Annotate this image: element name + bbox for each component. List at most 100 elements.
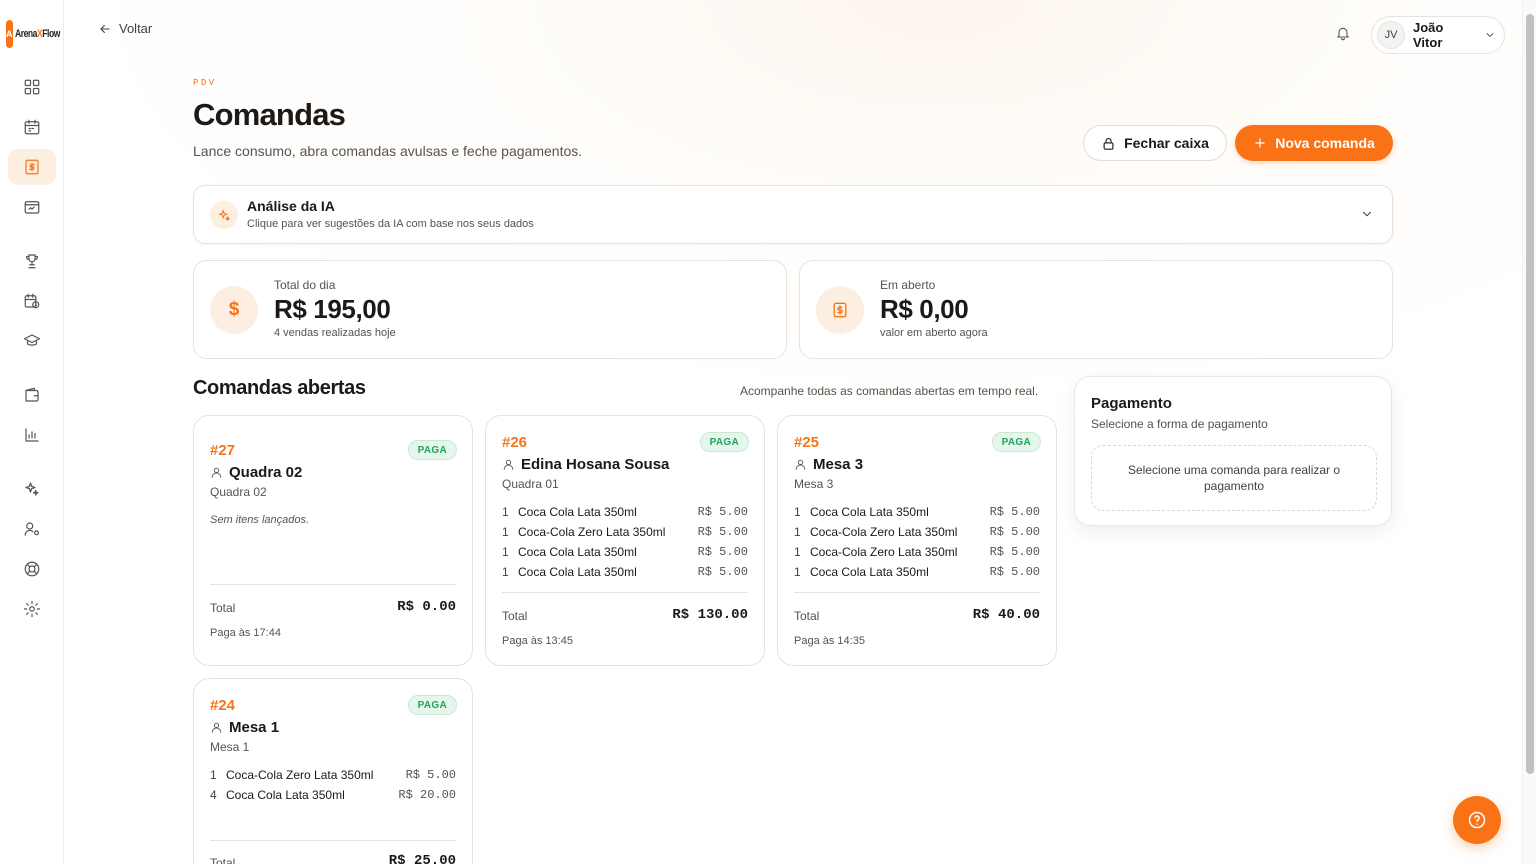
new-order-button[interactable]: Nova comanda [1235, 125, 1393, 161]
schedule-icon [24, 293, 40, 309]
nav-tournaments[interactable] [8, 243, 56, 279]
graduation-icon [23, 334, 41, 346]
calendar-icon [24, 119, 40, 135]
support-icon [24, 561, 40, 577]
logo-mark: A [6, 20, 13, 48]
divider [794, 592, 1040, 593]
ai-title: Análise da IA [247, 198, 335, 214]
app-logo[interactable]: A ArenaXFlow [6, 16, 60, 52]
order-customer: Quadra 02 [210, 464, 302, 481]
paid-at: Paga às 13:45 [502, 635, 573, 647]
dollar-icon: $ [210, 286, 258, 334]
dashboard-icon [24, 79, 40, 95]
list-item: 1 Coca Cola Lata 350ml R$ 5.00 [794, 505, 1040, 519]
nav-calendar[interactable] [8, 109, 56, 145]
nav-pos[interactable] [8, 149, 56, 185]
total-label: Total [794, 609, 820, 623]
back-label: Voltar [119, 21, 153, 36]
users-settings-icon [24, 522, 39, 536]
stat-value: R$ 0,00 [880, 294, 969, 324]
order-number: #27 [210, 442, 236, 459]
user-icon [503, 459, 514, 470]
stat-subtext: valor em aberto agora [880, 327, 988, 339]
total-label: Total [210, 856, 236, 864]
total-value: R$ 40.00 [972, 607, 1040, 623]
list-item: 1 Coca Cola Lata 350ml R$ 5.00 [502, 565, 748, 579]
avatar: JV [1377, 21, 1405, 49]
user-icon [211, 722, 222, 733]
scrollbar[interactable] [1522, 0, 1536, 864]
stat-card-daily-total: $ Total do dia R$ 195,00 4 vendas realiz… [193, 260, 787, 359]
ai-icon-badge [210, 201, 238, 229]
notifications-button[interactable] [1335, 25, 1355, 45]
order-number: #24 [210, 697, 236, 714]
order-customer: Mesa 3 [794, 456, 863, 473]
divider [502, 592, 748, 593]
scrollbar-thumb[interactable] [1526, 14, 1534, 774]
user-icon [795, 459, 806, 470]
order-items: 1 Coca Cola Lata 350ml R$ 5.00 1 Coca-Cola … [794, 502, 1040, 582]
bell-icon [1337, 27, 1349, 41]
order-card[interactable]: #25 PAGA Mesa 3 Mesa 3 1 Coca Cola Lata 3… [777, 415, 1057, 666]
status-badge: PAGA [407, 695, 457, 715]
order-location: Quadra 02 [210, 485, 267, 499]
bar-chart-icon [25, 428, 39, 442]
user-menu[interactable]: JV João Vitor [1371, 16, 1505, 54]
paid-at: Paga às 14:35 [794, 635, 865, 647]
order-card[interactable]: #27 PAGA Quadra 02 Quadra 02 Sem itens l… [193, 415, 473, 666]
close-register-button[interactable]: Fechar caixa [1083, 125, 1227, 161]
user-name: João Vitor [1413, 20, 1444, 50]
pos-icon [25, 159, 39, 175]
stat-label: Em aberto [880, 278, 936, 292]
arrow-left-icon [100, 24, 110, 33]
chevron-down-icon [1362, 211, 1372, 217]
order-card[interactable]: #26 PAGA Edina Hosana Sousa Quadra 01 1C… [485, 415, 765, 666]
order-card[interactable]: #24 PAGA Mesa 1 Mesa 1 1 Coca-Cola Zero L… [193, 678, 473, 864]
back-link[interactable]: Voltar [98, 21, 152, 36]
help-button[interactable] [1453, 796, 1501, 844]
wallet-icon [25, 387, 39, 402]
list-item: 1 Coca Cola Lata 350ml R$ 5.00 [502, 505, 748, 519]
stat-value: R$ 195,00 [274, 294, 391, 324]
page-eyebrow: PDV [193, 78, 217, 88]
total-value: R$ 130.00 [672, 607, 748, 623]
section-title: Comandas abertas [193, 377, 366, 399]
order-location: Quadra 01 [502, 477, 559, 491]
payment-title: Pagamento [1091, 395, 1172, 412]
nav-schedule[interactable] [8, 283, 56, 319]
nav-ai[interactable] [8, 471, 56, 507]
nav-dashboard[interactable] [8, 69, 56, 105]
status-badge: PAGA [991, 432, 1041, 452]
sparkles-icon [218, 209, 230, 221]
nav-finance[interactable] [8, 189, 56, 225]
payment-subtitle: Selecione a forma de pagamento [1091, 417, 1268, 431]
list-item: 1 Coca-Cola Zero Lata 350ml R$ 5.00 [210, 768, 456, 782]
stat-subtext: 4 vendas realizadas hoje [274, 327, 396, 339]
order-number: #25 [794, 434, 820, 451]
nav-classes[interactable] [8, 323, 56, 359]
nav-support[interactable] [8, 551, 56, 587]
list-item: 1 Coca Cola Lata 350ml R$ 5.00 [502, 545, 748, 559]
list-item: 1 Coca Cola Lata 350ml R$ 5.00 [794, 565, 1040, 579]
nav-users[interactable] [8, 511, 56, 547]
order-customer: Mesa 1 [210, 719, 279, 736]
nav-settings[interactable] [8, 591, 56, 627]
order-location: Mesa 1 [210, 740, 250, 754]
ai-description: Clique para ver sugestões da IA com base… [247, 218, 534, 230]
user-icon [211, 467, 222, 478]
ai-expand-toggle[interactable] [1360, 207, 1374, 226]
total-value: R$ 0.00 [397, 599, 456, 615]
cash-icon [833, 302, 847, 318]
list-item: 1 Coca-Cola Zero Lata 350ml R$ 5.00 [794, 525, 1040, 539]
list-item: 4 Coca Cola Lata 350ml R$ 20.00 [210, 788, 456, 802]
finance-icon [24, 201, 40, 214]
help-icon [1468, 811, 1486, 829]
ai-analysis-panel[interactable]: Análise da IA Clique para ver sugestões … [193, 185, 1393, 244]
order-customer: Edina Hosana Sousa [502, 456, 669, 473]
section-subtitle: Acompanhe todas as comandas abertas em t… [740, 384, 1039, 398]
sparkles-icon [25, 482, 39, 496]
nav-wallet[interactable] [8, 377, 56, 413]
total-label: Total [210, 601, 236, 615]
order-number: #26 [502, 434, 528, 451]
nav-reports[interactable] [8, 417, 56, 453]
